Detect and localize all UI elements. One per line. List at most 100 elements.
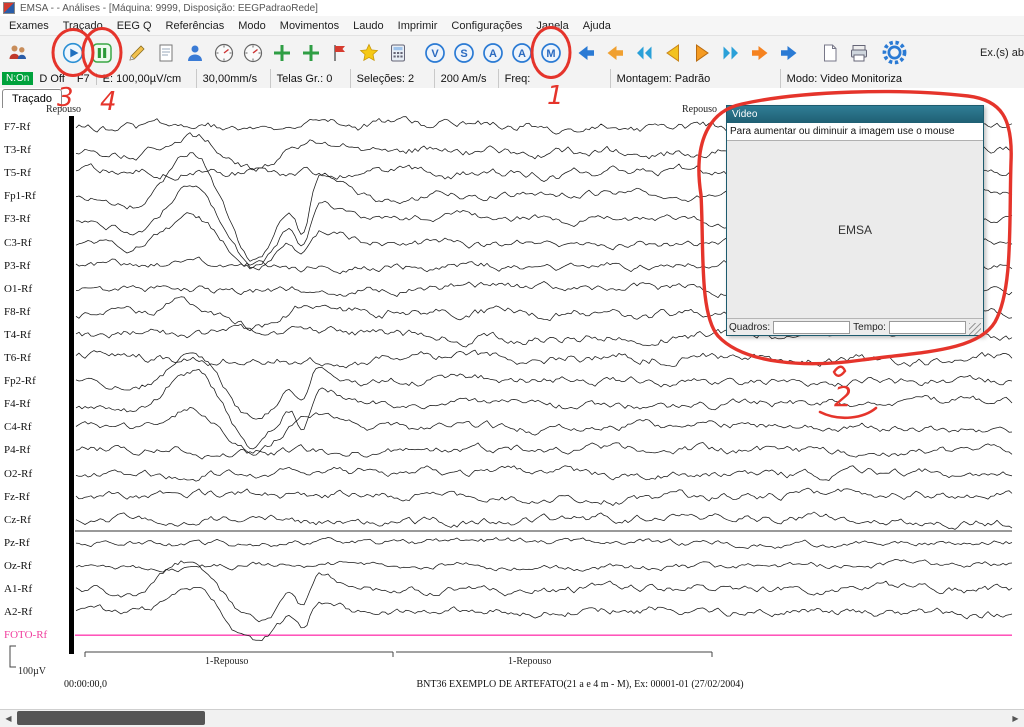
window-title: EMSA - - Análises - [Máquina: 9999, Disp…	[20, 2, 318, 14]
status-field-telas-gr[interactable]: Telas Gr.: 0	[271, 69, 351, 88]
channel-label-f7-rf: F7-Rf	[4, 121, 31, 133]
channel-label-f3-rf: F3-Rf	[4, 213, 31, 226]
status-field-montagem[interactable]: Montagem: Padrão	[611, 69, 781, 88]
eeg-trace-o2-rf	[75, 465, 1013, 482]
nav-fast-back-button[interactable]	[632, 41, 656, 65]
resize-grip-icon[interactable]	[969, 323, 981, 335]
eeg-trace-t6-rf	[75, 349, 1013, 369]
status-field-200-am-s[interactable]: 200 Am/s	[435, 69, 499, 88]
channel-label-pz-rf: Pz-Rf	[4, 536, 30, 549]
marker-v-button[interactable]: V	[423, 41, 447, 65]
time-label: 00:00:00,0	[64, 679, 108, 690]
menu-eeg-q[interactable]: EEG Q	[110, 18, 159, 34]
gauge-icon-1[interactable]	[212, 41, 236, 65]
status-toolbar: N:On D Off F7 E: 100,00µV/cm 30,00mm/s Tel…	[0, 69, 1024, 89]
exam-selector-label[interactable]: Ex.(s) ab	[980, 47, 1024, 59]
eeg-trace-c4-rf	[75, 407, 1013, 456]
menu-laudo[interactable]: Laudo	[346, 18, 391, 34]
measure-plus-icon-1[interactable]	[270, 41, 294, 65]
channel-label-t6-rf: T6-Rf	[4, 352, 31, 364]
menu-exames[interactable]: Exames	[2, 18, 56, 34]
nav-back-button[interactable]	[603, 41, 627, 65]
star-icon[interactable]	[357, 41, 381, 65]
menu-modo[interactable]: Modo	[231, 18, 273, 34]
video-window: Video Para aumentar ou diminuir a imagem…	[726, 105, 984, 336]
annotation-squiggle	[832, 365, 847, 377]
channel-label-oz-rf: Oz-Rf	[4, 559, 32, 572]
channel-label-a2-rf: A2-Rf	[4, 606, 33, 619]
print-icon[interactable]	[847, 41, 871, 65]
nav-last-button[interactable]	[777, 41, 801, 65]
exam-info-label: BNT36 EXEMPLO DE ARTEFATO(21 a e 4 m - M…	[416, 679, 744, 690]
menu-imprimir[interactable]: Imprimir	[391, 18, 445, 34]
main-toolbar: V S A A M Ex.(s) ab	[0, 35, 1024, 70]
video-status-bar: Quadros: Tempo:	[727, 318, 983, 335]
calculator-icon[interactable]	[386, 41, 410, 65]
channel-label-foto-rf: FOTO-Rf	[4, 629, 48, 642]
channel-label-t4-rf: T4-Rf	[4, 328, 31, 341]
nav-first-button[interactable]	[574, 41, 598, 65]
notch-on-badge[interactable]: N:On	[2, 72, 34, 85]
tempo-value-field	[888, 320, 966, 334]
status-field-30-00mm-s[interactable]: 30,00mm/s	[197, 69, 271, 88]
quadros-value-field	[773, 320, 851, 334]
eeg-trace-oz-rf	[75, 559, 1013, 573]
channel-label-fp1-rf: Fp1-Rf	[4, 190, 36, 203]
marker-s-button[interactable]: S	[452, 41, 476, 65]
d-off-label[interactable]: D Off	[33, 73, 70, 85]
marker-a1-button[interactable]: A	[481, 41, 505, 65]
video-window-titlebar[interactable]: Video	[727, 106, 983, 123]
pause-button[interactable]	[90, 41, 114, 65]
scroll-left-button[interactable]: ◀	[0, 710, 17, 726]
nav-next-page-button[interactable]	[690, 41, 714, 65]
annotation-underline	[818, 406, 878, 420]
nav-fast-forward-button[interactable]	[719, 41, 743, 65]
status-field-selecoes[interactable]: Seleções: 2	[351, 69, 435, 88]
scroll-thumb[interactable]	[17, 711, 205, 725]
quadros-label: Quadros:	[729, 321, 771, 333]
eeg-trace-f4-rf	[75, 369, 1013, 450]
marker-a2-button[interactable]: A	[510, 41, 534, 65]
status-field-freq[interactable]: Freq:	[499, 69, 611, 88]
title-bar[interactable]: EMSA - - Análises - [Máquina: 9999, Disp…	[0, 0, 1024, 16]
gauge-icon-2[interactable]	[241, 41, 265, 65]
channel-label-o1-rf: O1-Rf	[4, 282, 33, 295]
eeg-trace-p4-rf	[75, 442, 1013, 460]
settings-gear-icon[interactable]	[880, 39, 908, 67]
electrode-label[interactable]: F7	[71, 72, 97, 85]
epoch-bracket-ticks	[84, 652, 713, 657]
menu-ajuda[interactable]: Ajuda	[576, 18, 618, 34]
bottom-marker-right: 1-Repouso	[508, 656, 552, 667]
channel-label-p4-rf: P4-Rf	[4, 444, 31, 457]
horizontal-scrollbar[interactable]: ◀ ▶	[0, 709, 1024, 727]
scroll-right-button[interactable]: ▶	[1007, 710, 1024, 726]
measure-plus-icon-2[interactable]	[299, 41, 323, 65]
nav-prev-page-button[interactable]	[661, 41, 685, 65]
eeg-trace-cz-rf	[75, 511, 1013, 530]
edit-pencil-icon[interactable]	[125, 41, 149, 65]
status-field-modo[interactable]: Modo: Video Monitoriza	[781, 69, 1024, 88]
channel-label-c4-rf: C4-Rf	[4, 421, 32, 434]
play-button[interactable]	[61, 41, 85, 65]
nav-forward-button[interactable]	[748, 41, 772, 65]
video-zoom-hint: Para aumentar ou diminuir a imagem use o…	[727, 123, 983, 141]
status-field-e[interactable]: E: 100,00µV/cm	[97, 69, 197, 88]
channel-label-a1-rf: A1-Rf	[4, 583, 33, 595]
menu-movimentos[interactable]: Movimentos	[273, 18, 346, 34]
exams-icon[interactable]	[6, 41, 30, 65]
channel-label-t5-rf: T5-Rf	[4, 167, 31, 180]
user-icon[interactable]	[183, 41, 207, 65]
menu-configuracoes[interactable]: Configurações	[444, 18, 529, 34]
svg-text:A: A	[518, 48, 526, 60]
flag-icon[interactable]	[328, 41, 352, 65]
amplitude-scale-bracket	[9, 645, 16, 668]
menu-referencias[interactable]: Referências	[159, 18, 232, 34]
page-icon[interactable]	[154, 41, 178, 65]
marker-m-button[interactable]: M	[539, 41, 563, 65]
menu-janela[interactable]: Janela	[529, 18, 575, 34]
channel-label-p3-rf: P3-Rf	[4, 259, 31, 272]
tab-tracado[interactable]: Traçado	[2, 89, 62, 108]
menu-tracado[interactable]: Traçado	[56, 18, 110, 34]
eeg-trace-fz-rf	[75, 487, 1013, 506]
new-doc-icon[interactable]	[818, 41, 842, 65]
